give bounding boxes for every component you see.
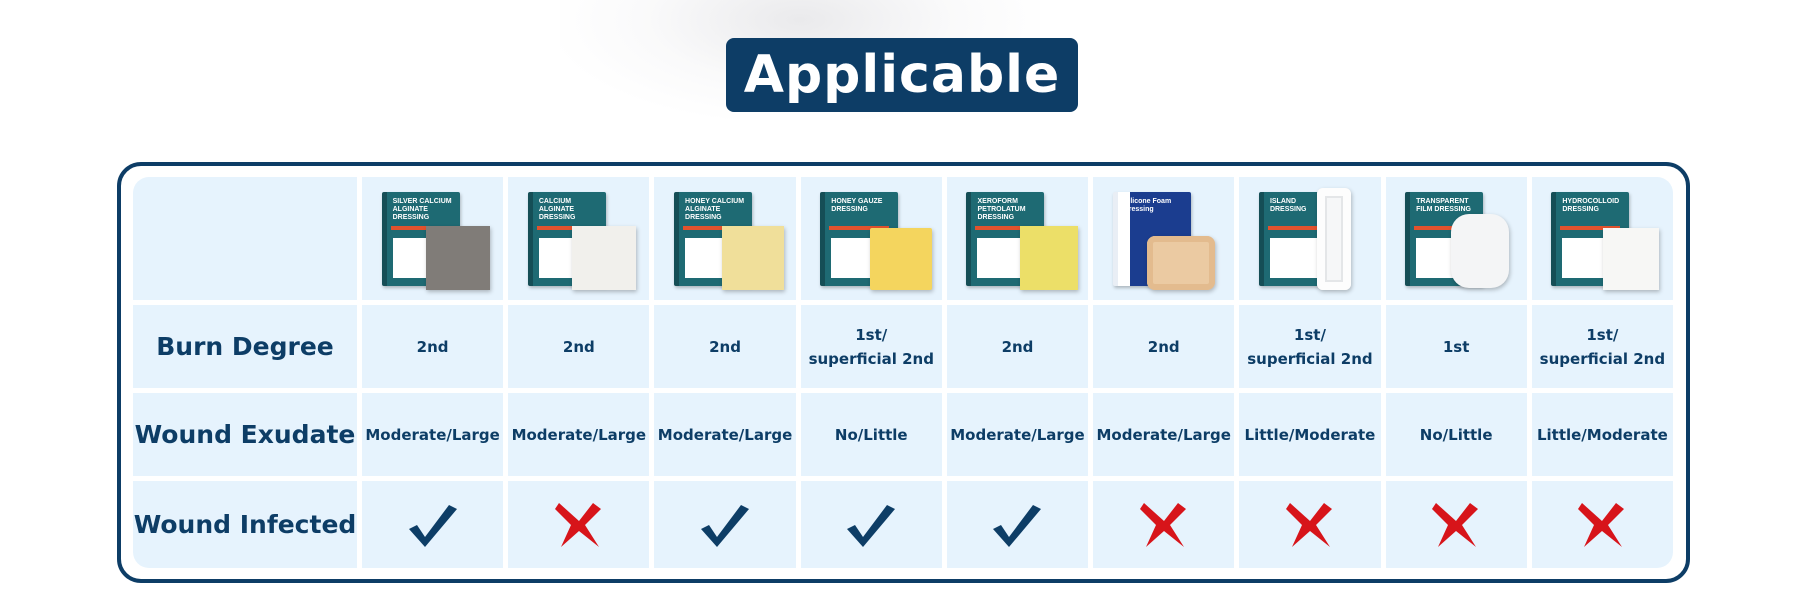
product-name: HONEY GAUZE DRESSING bbox=[831, 197, 883, 213]
burn-degree-cell: 1st/superficial 2nd bbox=[1239, 305, 1381, 388]
burn-degree-cell: 2nd bbox=[654, 305, 796, 388]
wound-infected-cell bbox=[1239, 481, 1381, 568]
product-image-cell: XEROFORM PETROLATUM DRESSING bbox=[946, 177, 1089, 300]
wound-exudate-cell: Little/Moderate bbox=[1239, 393, 1381, 476]
wound-exudate-cell: No/Little bbox=[800, 393, 942, 476]
product-name: HYDROCOLLOID DRESSING bbox=[1562, 197, 1620, 213]
product-image: HONEY GAUZE DRESSING bbox=[812, 184, 933, 294]
product-name: Silicone Foam Dressing bbox=[1123, 197, 1172, 213]
product-image-cell: CALCIUM ALGINATE DRESSING bbox=[508, 177, 650, 300]
product-name: HONEY CALCIUM ALGINATE DRESSING bbox=[685, 197, 745, 221]
product-image-cell: HONEY CALCIUM ALGINATE DRESSING bbox=[654, 177, 796, 300]
burn-degree-value: 2nd bbox=[562, 337, 595, 356]
product-image-cell: SILVER CALCIUM ALGINATE DRESSING bbox=[362, 177, 504, 300]
product-image-cell: TRANSPARENT FILM DRESSING bbox=[1385, 177, 1527, 300]
product-image: SILVER CALCIUM ALGINATE DRESSING bbox=[374, 184, 492, 294]
wound-exudate-cell: Moderate/Large bbox=[654, 393, 796, 476]
burn-degree-cell: 1st bbox=[1385, 305, 1527, 388]
product-image: TRANSPARENT FILM DRESSING bbox=[1397, 184, 1515, 294]
product-image: ISLAND DRESSING bbox=[1251, 184, 1369, 294]
check-icon bbox=[847, 504, 896, 547]
wound-exudate-cell: Moderate/Large bbox=[946, 393, 1089, 476]
product-image: HYDROCOLLOID DRESSING bbox=[1543, 184, 1661, 294]
product-name: SILVER CALCIUM ALGINATE DRESSING bbox=[392, 197, 452, 221]
burn-degree-value: 2nd bbox=[709, 337, 741, 356]
cross-icon bbox=[554, 502, 601, 547]
check-icon bbox=[701, 504, 750, 547]
row-label-burn-degree: Burn Degree bbox=[133, 305, 357, 388]
comparison-table: SILVER CALCIUM ALGINATE DRESSING CALCIUM … bbox=[133, 177, 1673, 568]
burn-degree-value: superficial 2nd bbox=[808, 349, 934, 368]
dressing-pad bbox=[1020, 225, 1079, 290]
corner-cell bbox=[133, 177, 357, 300]
wound-exudate-cell: Moderate/Large bbox=[1093, 393, 1235, 476]
cross-icon bbox=[1285, 502, 1332, 547]
burn-degree-cell: 2nd bbox=[362, 305, 504, 388]
burn-degree-cell: 2nd bbox=[946, 305, 1089, 388]
cross-icon bbox=[1139, 502, 1186, 547]
burn-degree-value: superficial 2nd bbox=[1247, 349, 1373, 368]
wound-exudate-cell: Moderate/Large bbox=[508, 393, 650, 476]
product-name: TRANSPARENT FILM DRESSING bbox=[1416, 197, 1471, 213]
dressing-pad bbox=[1451, 213, 1510, 288]
burn-degree-value: 2nd bbox=[416, 337, 449, 356]
burn-degree-cell: 1st/superficial 2nd bbox=[1531, 305, 1673, 388]
check-icon bbox=[993, 504, 1042, 547]
product-image-cell: HONEY GAUZE DRESSING bbox=[800, 177, 942, 300]
page-title: Applicable bbox=[743, 45, 1061, 105]
burn-degree-value: 2nd bbox=[1001, 337, 1034, 356]
wound-infected-cell bbox=[654, 481, 796, 568]
burn-degree-value: 1st/ bbox=[855, 325, 888, 344]
dressing-pad bbox=[722, 225, 785, 290]
burn-degree-cell: 1st/superficial 2nd bbox=[800, 305, 942, 388]
wound-infected-cell bbox=[508, 481, 650, 568]
cross-icon bbox=[1578, 502, 1625, 547]
burn-degree-value: 2nd bbox=[1147, 337, 1180, 356]
cross-icon bbox=[1432, 502, 1479, 547]
product-name: XEROFORM PETROLATUM DRESSING bbox=[977, 197, 1026, 221]
check-icon bbox=[408, 504, 457, 547]
dressing-pad bbox=[870, 227, 933, 290]
burn-degree-value: superficial 2nd bbox=[1539, 349, 1666, 368]
product-name: CALCIUM ALGINATE DRESSING bbox=[538, 197, 576, 221]
product-image-cell: Silicone Foam Dressing bbox=[1093, 177, 1235, 300]
dressing-pad bbox=[425, 225, 490, 290]
wound-exudate-cell: Little/Moderate bbox=[1531, 393, 1673, 476]
row-label-wound-exudate: Wound Exudate bbox=[133, 393, 357, 476]
product-image: XEROFORM PETROLATUM DRESSING bbox=[958, 184, 1079, 294]
wound-infected-cell bbox=[946, 481, 1089, 568]
product-image: CALCIUM ALGINATE DRESSING bbox=[520, 184, 638, 294]
burn-degree-cell: 2nd bbox=[1093, 305, 1235, 388]
wound-infected-cell bbox=[362, 481, 504, 568]
wound-infected-cell bbox=[1531, 481, 1673, 568]
wound-exudate-cell: No/Little bbox=[1385, 393, 1527, 476]
burn-degree-value: 1st bbox=[1442, 337, 1470, 356]
title-banner: Applicable bbox=[726, 38, 1078, 112]
product-image: HONEY CALCIUM ALGINATE DRESSING bbox=[666, 184, 785, 294]
product-image: Silicone Foam Dressing bbox=[1105, 184, 1223, 294]
row-label-wound-infected: Wound Infected bbox=[133, 481, 357, 568]
wound-infected-cell bbox=[1093, 481, 1235, 568]
burn-degree-cell: 2nd bbox=[508, 305, 650, 388]
wound-infected-cell bbox=[1385, 481, 1527, 568]
burn-degree-value: 1st/ bbox=[1293, 325, 1326, 344]
dressing-pad bbox=[1146, 235, 1215, 290]
product-image-cell: ISLAND DRESSING bbox=[1239, 177, 1381, 300]
dressing-pad bbox=[1316, 187, 1351, 290]
burn-degree-value: 1st/ bbox=[1586, 325, 1619, 344]
dressing-pad bbox=[1603, 227, 1660, 290]
product-image-cell: HYDROCOLLOID DRESSING bbox=[1531, 177, 1673, 300]
wound-exudate-cell: Moderate/Large bbox=[362, 393, 504, 476]
dressing-pad bbox=[571, 225, 636, 290]
wound-infected-cell bbox=[800, 481, 942, 568]
